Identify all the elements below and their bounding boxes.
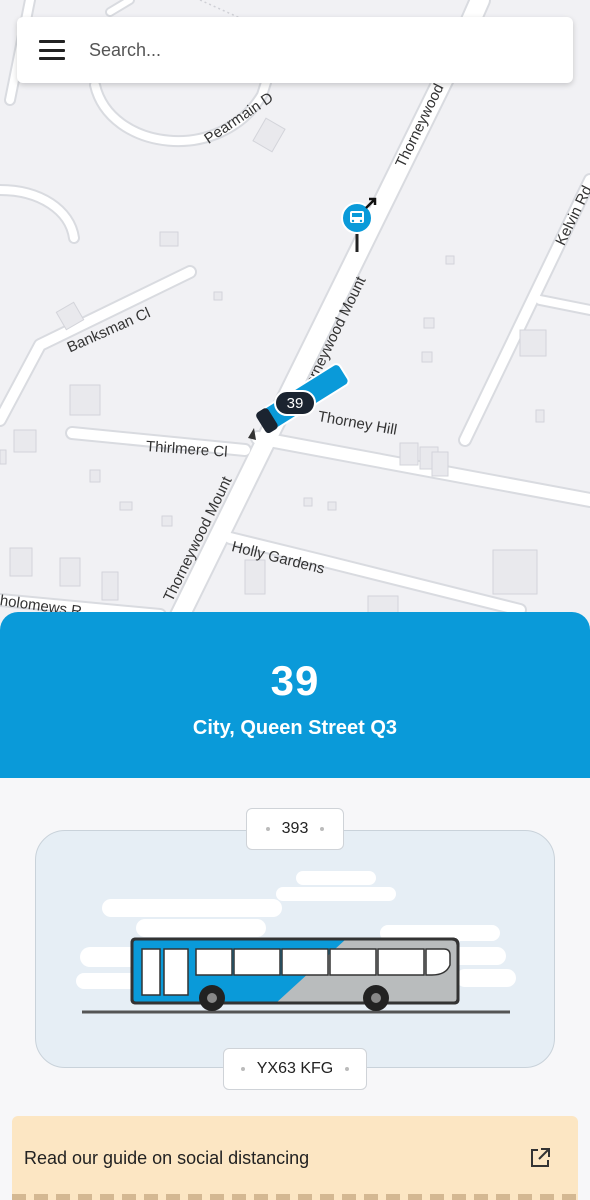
bus-route-badge: 39 (274, 390, 316, 416)
bus-stop-icon[interactable] (338, 196, 380, 254)
guide-label: Read our guide on social distancing (24, 1147, 310, 1168)
bus-illustration (76, 871, 516, 1014)
fleet-number-plate: 393 (246, 808, 344, 850)
fleet-number: 393 (281, 820, 309, 837)
route-header: 39 City, Queen Street Q3 (0, 612, 590, 778)
route-number: 39 (270, 657, 320, 704)
vehicle-panel: 393 YX63 KFG Read our guide on social di… (0, 778, 590, 1200)
registration-number: YX63 KFG (256, 1060, 334, 1077)
external-link-icon (531, 1148, 550, 1167)
social-distancing-guide-link[interactable]: Read our guide on social distancing (12, 1116, 578, 1200)
search-input[interactable] (89, 39, 509, 61)
map-roads (0, 0, 590, 640)
registration-plate: YX63 KFG (223, 1048, 367, 1090)
route-destination: City, Queen Street Q3 (192, 717, 398, 739)
map-view[interactable]: Thorneywood Mount Thorneywood Mount Thor… (0, 0, 590, 640)
search-bar (17, 17, 573, 83)
banner-stripe (12, 1194, 578, 1200)
menu-icon[interactable] (39, 40, 65, 60)
bus-illustration-card (35, 830, 555, 1068)
